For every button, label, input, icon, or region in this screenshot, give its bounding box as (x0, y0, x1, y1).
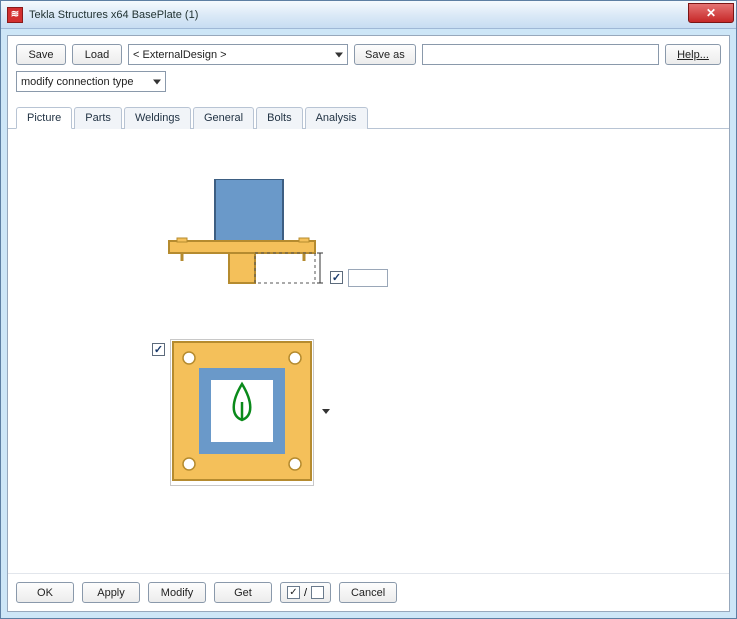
tab-picture[interactable]: Picture (16, 107, 72, 129)
tab-weldings[interactable]: Weldings (124, 107, 191, 129)
save-as-button[interactable]: Save as (354, 44, 416, 65)
titlebar: ≋ Tekla Structures x64 BasePlate (1) ✕ (1, 1, 736, 29)
dialog-body: Save Load < ExternalDesign > Save as Hel… (7, 35, 730, 612)
close-button[interactable]: ✕ (688, 3, 734, 23)
modify-button[interactable]: Modify (148, 582, 206, 603)
plate-shape-preview (170, 339, 314, 486)
modify-type-value: modify connection type (21, 76, 134, 88)
toggle-off-icon (311, 586, 324, 599)
toggle-separator: / (304, 587, 307, 599)
design-combo[interactable]: < ExternalDesign > (128, 44, 348, 65)
grout-thickness-input[interactable] (348, 269, 388, 287)
window-title: Tekla Structures x64 BasePlate (1) (29, 8, 688, 21)
plan-drawing (171, 340, 313, 482)
apply-button[interactable]: Apply (82, 582, 140, 603)
cancel-button[interactable]: Cancel (339, 582, 397, 603)
chevron-down-icon (322, 409, 330, 414)
ok-button[interactable]: OK (16, 582, 74, 603)
tab-parts[interactable]: Parts (74, 107, 122, 129)
saveas-name-input[interactable] (422, 44, 659, 65)
help-button[interactable]: Help... (665, 44, 721, 65)
filter-toggle[interactable]: ✓ / (280, 582, 331, 603)
load-button[interactable]: Load (72, 44, 122, 65)
dialog-window: ≋ Tekla Structures x64 BasePlate (1) ✕ S… (0, 0, 737, 619)
modify-type-combo[interactable]: modify connection type (16, 71, 166, 92)
plate-shape-check[interactable]: ✓ (152, 343, 165, 356)
design-combo-value: < ExternalDesign > (133, 49, 227, 61)
tab-bolts[interactable]: Bolts (256, 107, 302, 129)
elevation-drawing (163, 179, 323, 299)
second-toolbar-row: modify connection type (8, 69, 729, 100)
tab-strip: Picture Parts Weldings General Bolts Ana… (8, 106, 729, 129)
chevron-down-icon (335, 52, 343, 57)
chevron-down-icon (153, 79, 161, 84)
grout-thickness-check[interactable]: ✓ (330, 271, 343, 284)
get-button[interactable]: Get (214, 582, 272, 603)
bottom-toolbar: OK Apply Modify Get ✓ / Cancel (8, 573, 729, 611)
tab-analysis[interactable]: Analysis (305, 107, 368, 129)
toggle-on-icon: ✓ (287, 586, 300, 599)
tab-content-picture: ✓ ✓ (8, 129, 729, 573)
save-button[interactable]: Save (16, 44, 66, 65)
plate-shape-dropdown[interactable] (322, 405, 330, 417)
top-toolbar: Save Load < ExternalDesign > Save as Hel… (8, 36, 729, 69)
tab-general[interactable]: General (193, 107, 254, 129)
app-icon: ≋ (7, 7, 23, 23)
